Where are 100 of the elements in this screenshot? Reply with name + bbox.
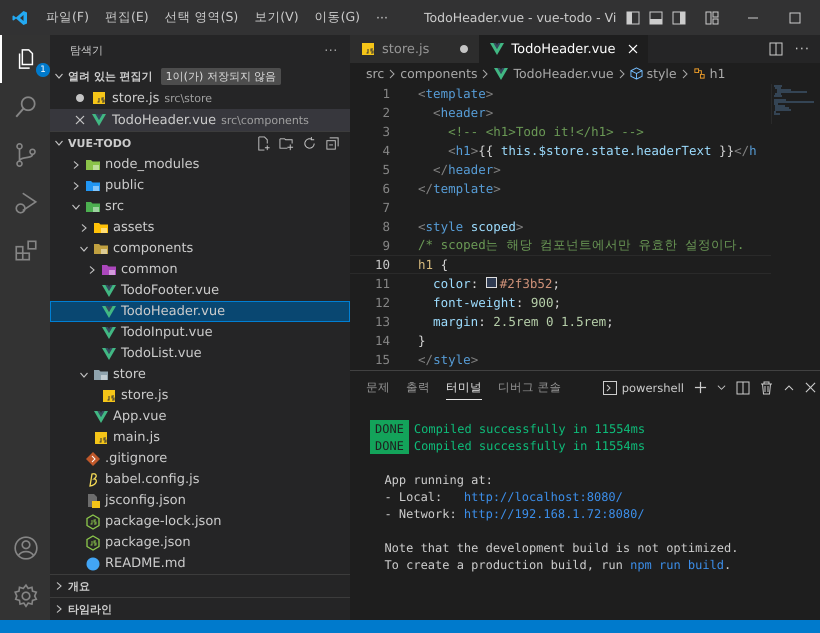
trash-icon[interactable] [760, 380, 773, 394]
menu-item[interactable]: 보기(V) [246, 9, 307, 26]
menu-item[interactable]: 편집(E) [96, 9, 157, 26]
tree-item[interactable]: TodoList.vue [50, 343, 350, 364]
panel-tab[interactable]: 출력 [406, 376, 430, 400]
account-icon[interactable] [13, 535, 39, 561]
terminal-line: - Local: [383, 490, 444, 504]
terminal-line: App running at: [383, 472, 493, 486]
menu-item[interactable]: 선택 영역(S) [156, 9, 246, 26]
tree-item[interactable]: main.js [50, 427, 350, 448]
code-line: <!-- <h1>Todo it!</h1> --> [447, 124, 644, 139]
line-number: 11 [374, 276, 391, 291]
terminal-icon [602, 380, 617, 394]
new-file-icon[interactable] [256, 136, 271, 150]
sidebar-right-icon[interactable] [672, 10, 686, 24]
close-icon[interactable] [805, 382, 816, 393]
terminal-link[interactable]: http://localhost:8080/ [464, 490, 623, 504]
split-terminal-icon[interactable] [736, 380, 750, 394]
line-number: 7 [381, 200, 391, 215]
tree-item[interactable]: babel.config.js [50, 469, 350, 490]
code-line: color: #2f3b52; [432, 276, 560, 291]
globe-icon [85, 556, 101, 572]
panel-tab[interactable]: 터미널 [446, 376, 482, 400]
chevron-icon [618, 68, 626, 78]
chevron-icon[interactable] [71, 180, 81, 190]
terminal-link[interactable]: npm run build [630, 558, 724, 572]
terminal-link[interactable]: http://192.168.1.72:8080/ [464, 506, 645, 520]
tree-item[interactable]: store.js [50, 385, 350, 406]
tree-item[interactable]: public [50, 175, 350, 196]
panel-layout-icon[interactable] [649, 10, 664, 24]
breadcrumb-item[interactable]: h1 [710, 66, 726, 81]
chevron-icon[interactable] [54, 138, 64, 148]
js-file-icon [93, 430, 109, 446]
editor-tab[interactable]: TodoHeader.vue [479, 35, 648, 63]
more-menu[interactable]: ··· [368, 10, 396, 25]
tree-item[interactable]: common [50, 259, 350, 280]
line-number: 14 [374, 333, 391, 348]
open-editor-item[interactable]: store.js src\store [50, 87, 350, 109]
chevron-down-icon[interactable] [717, 383, 726, 392]
chevron-icon[interactable] [87, 264, 97, 274]
new-folder-icon[interactable] [279, 136, 294, 150]
chevron-icon[interactable] [54, 604, 64, 614]
js-file-icon [101, 388, 117, 404]
section-header[interactable]: 개요 [50, 574, 350, 597]
plus-icon[interactable] [694, 381, 707, 394]
panel-tab[interactable]: 디버그 콘솔 [498, 376, 562, 400]
v-logo-icon [101, 346, 117, 362]
tree-item[interactable]: jsconfig.json [50, 490, 350, 511]
tree-item[interactable]: components [50, 238, 350, 259]
tree-item[interactable]: README.md [50, 553, 350, 574]
js-file-icon [91, 90, 107, 106]
terminal-line: To create a production build, run [383, 558, 624, 572]
tree-item[interactable]: App.vue [50, 406, 350, 427]
section-header[interactable]: 열려 있는 편집기 1이(가) 저장되지 않음 [50, 65, 350, 87]
refresh-icon[interactable] [302, 136, 317, 150]
tree-item[interactable]: assets [50, 217, 350, 238]
breadcrumb-item[interactable]: style [646, 66, 677, 81]
sidebar-layout-icon[interactable] [626, 10, 640, 24]
tree-item[interactable]: .gitignore [50, 448, 350, 469]
tree-item[interactable]: store [50, 364, 350, 385]
chevron-icon[interactable] [71, 160, 81, 170]
tree-item[interactable]: package.json [50, 532, 350, 553]
breadcrumb-item[interactable]: TodoHeader.vue [513, 66, 614, 81]
collapse-icon[interactable] [325, 136, 340, 150]
more-button[interactable]: ··· [794, 42, 810, 56]
section-title: 열려 있는 편집기 [68, 68, 153, 84]
editor-tab[interactable]: store.js [350, 35, 480, 63]
panel-tab[interactable]: 문제 [366, 376, 390, 400]
menu-item[interactable]: 파일(F) [38, 9, 97, 26]
layout-grid-icon[interactable] [705, 10, 720, 24]
count-badge: 1 [36, 63, 50, 77]
terminal-selector[interactable]: powershell [602, 380, 684, 394]
code-line: <header> [432, 105, 494, 120]
section-header[interactable]: VUE-TODO [50, 131, 350, 154]
menu-item[interactable]: 이동(G) [306, 9, 368, 26]
chevron-icon[interactable] [54, 71, 64, 81]
done-badge: DONE [370, 420, 409, 437]
code-line: </template> [418, 181, 501, 196]
maximize-icon[interactable] [789, 12, 802, 24]
breadcrumb-item[interactable]: components [400, 66, 478, 81]
split-editor-icon[interactable] [768, 42, 783, 56]
settings-icon[interactable] [13, 583, 39, 609]
more-button[interactable]: ··· [324, 44, 338, 56]
tree-item[interactable]: src [50, 196, 350, 217]
open-editor-item[interactable]: TodoHeader.vue src\components [50, 109, 350, 131]
tree-item[interactable]: TodoHeader.vue [50, 301, 350, 322]
tree-item[interactable]: package-lock.json [50, 511, 350, 532]
line-number: 4 [381, 143, 391, 158]
v-logo-icon [101, 282, 117, 298]
tree-item[interactable]: node_modules [50, 154, 350, 175]
tree-item[interactable]: TodoFooter.vue [50, 280, 350, 301]
tree-item[interactable]: TodoInput.vue [50, 322, 350, 343]
line-number: 1 [381, 86, 391, 101]
chevron-icon[interactable] [79, 222, 89, 232]
v-logo-icon [93, 408, 109, 424]
breadcrumb-item[interactable]: src [366, 66, 384, 81]
close-icon[interactable] [75, 115, 85, 125]
branch-icon[interactable] [13, 142, 39, 168]
code-line: </header> [432, 162, 501, 177]
chevron-icon[interactable] [54, 581, 64, 591]
